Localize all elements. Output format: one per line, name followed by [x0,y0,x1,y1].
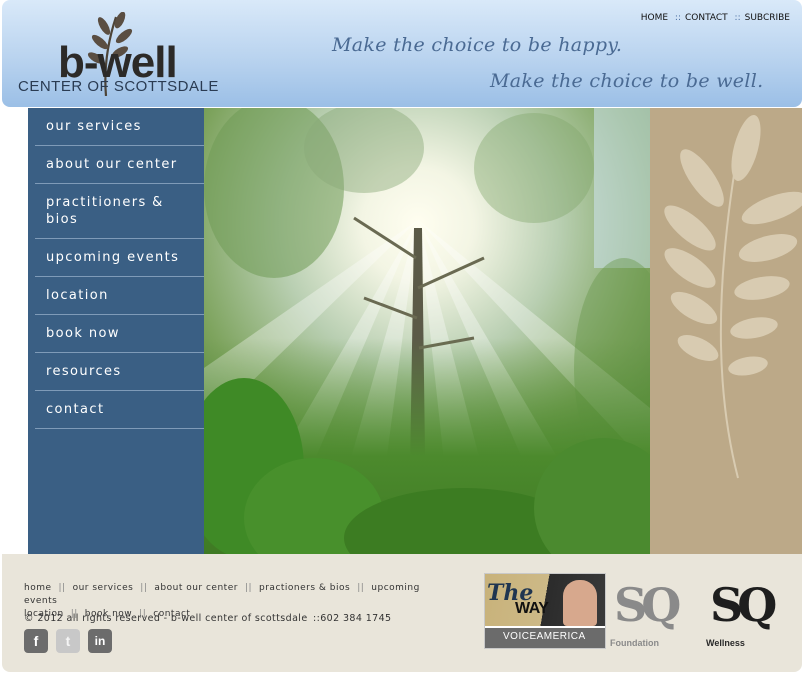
nav-practitioners-bios[interactable]: practitioners & bios [35,184,204,239]
twitter-icon[interactable]: t [56,629,80,653]
forest-sunlight-illustration [204,108,650,554]
site-footer: home || our services || about our center || pr… [2,554,802,672]
sq-wellness-label: Wellness [706,638,745,648]
nav-contact[interactable]: contact [35,391,204,429]
decorative-tan-panel [650,108,802,554]
top-link-subscribe[interactable]: SUBCRIBE [745,13,790,23]
nav-upcoming-events[interactable]: upcoming events [35,239,204,277]
sq-foundation-mark: SQ [614,578,681,632]
top-sep: :: [734,13,741,23]
footer-link-home[interactable]: home [24,583,52,593]
copyright: © 2012 all rights reserved - b-well cent… [24,613,392,624]
the-way-voiceamerica-banner[interactable]: The WAY VOICEAMERICA [484,573,606,649]
nav-location[interactable]: location [35,277,204,315]
sidebar-nav: our services about our center practition… [28,108,204,554]
sq-foundation-logo[interactable]: SQ Foundation [608,578,692,648]
footer-sep: || [140,583,148,593]
social-links: f t in [24,629,112,653]
footer-link-about[interactable]: about our center [154,583,238,593]
linkedin-icon[interactable]: in [88,629,112,653]
phone-number: 602 384 1745 [320,613,392,624]
footer-sep: || [58,583,66,593]
tagline-happy: Make the choice to be happy. [332,34,623,56]
footer-link-practitioners[interactable]: practioners & bios [259,583,350,593]
nav-our-services[interactable]: our services [35,108,204,146]
nav-book-now[interactable]: book now [35,315,204,353]
hero-forest-image [204,108,650,554]
banner-title-way: WAY [515,600,549,617]
voiceamerica-label: VOICEAMERICA [503,631,586,642]
footer-link-services[interactable]: our services [73,583,134,593]
sq-wellness-mark: SQ [710,578,777,632]
footer-sep: || [357,583,365,593]
top-nav: HOME :: CONTACT :: SUBCRIBE [641,13,790,23]
logo[interactable]: b-well CENTER OF SCOTTSDALE [18,8,238,100]
top-link-contact[interactable]: CONTACT [685,13,728,23]
copyright-text: © 2012 all rights reserved - b-well cent… [24,613,308,624]
footer-sep: || [244,583,253,593]
logo-subtitle: CENTER OF SCOTTSDALE [18,78,219,95]
facebook-icon[interactable]: f [24,629,48,653]
site-header: b-well CENTER OF SCOTTSDALE HOME :: CONTA… [2,0,802,107]
sq-wellness-logo[interactable]: SQ Wellness [704,578,788,648]
tagline-well: Make the choice to be well. [490,70,764,92]
top-link-home[interactable]: HOME [641,13,668,23]
nav-about-our-center[interactable]: about our center [35,146,204,184]
sq-foundation-label: Foundation [610,638,659,648]
nav-resources[interactable]: resources [35,353,204,391]
leaf-branch-icon [664,115,802,479]
host-photo [563,580,597,626]
top-sep: :: [674,13,681,23]
